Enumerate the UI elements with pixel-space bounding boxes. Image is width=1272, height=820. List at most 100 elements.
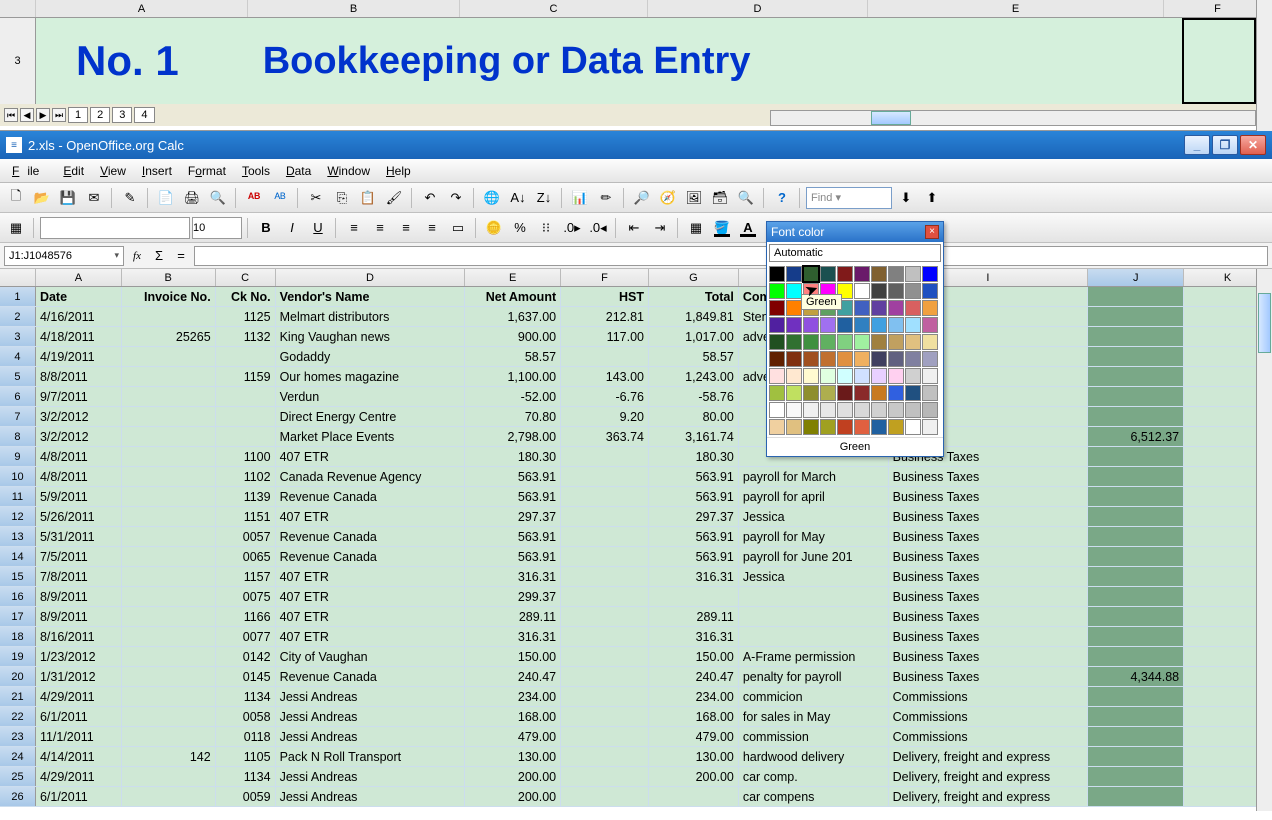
sum-icon[interactable]: Σ — [150, 247, 168, 265]
color-swatch[interactable] — [837, 385, 853, 401]
cell[interactable]: 5/31/2011 — [36, 527, 122, 546]
cell[interactable]: 4/16/2011 — [36, 307, 122, 326]
row-header[interactable]: 10 — [0, 467, 36, 486]
cell[interactable] — [1088, 347, 1184, 366]
cell[interactable]: 80.00 — [649, 407, 739, 426]
cell[interactable]: 8/9/2011 — [36, 587, 122, 606]
bgcolor-icon[interactable]: 🪣 — [710, 216, 734, 240]
menu-window[interactable]: Window — [319, 162, 378, 180]
cell[interactable]: Jessi Andreas — [276, 687, 466, 706]
cell[interactable]: 1105 — [216, 747, 276, 766]
cell[interactable] — [1088, 287, 1184, 306]
top-col-D[interactable]: D — [648, 0, 868, 17]
maximize-button[interactable]: ❐ — [1212, 135, 1238, 155]
cell[interactable]: Business Taxes — [889, 607, 1089, 626]
color-swatch[interactable] — [837, 419, 853, 435]
cell[interactable] — [122, 707, 216, 726]
color-swatch[interactable] — [871, 334, 887, 350]
cell[interactable] — [122, 427, 216, 446]
cell[interactable]: 150.00 — [649, 647, 739, 666]
cell[interactable]: 58.57 — [465, 347, 561, 366]
color-swatch[interactable] — [888, 300, 904, 316]
cell[interactable]: 1/31/2012 — [36, 667, 122, 686]
cell[interactable] — [561, 487, 649, 506]
color-swatch[interactable] — [837, 317, 853, 333]
color-swatch[interactable] — [769, 283, 785, 299]
color-swatch[interactable] — [769, 300, 785, 316]
color-swatch[interactable] — [922, 334, 938, 350]
help-icon[interactable]: ? — [770, 186, 794, 210]
cell[interactable]: Jessica — [739, 567, 889, 586]
menu-help[interactable]: Help — [378, 162, 419, 180]
cell[interactable]: Canada Revenue Agency — [276, 467, 466, 486]
cell[interactable]: 0118 — [216, 727, 276, 746]
cell[interactable]: Market Place Events — [276, 427, 466, 446]
copy-icon[interactable]: ⎘ — [330, 186, 354, 210]
font-size-input[interactable] — [192, 217, 242, 239]
cell[interactable]: 1102 — [216, 467, 276, 486]
cell[interactable]: Business Taxes — [889, 587, 1089, 606]
row-header[interactable]: 19 — [0, 647, 36, 666]
cell[interactable]: 1125 — [216, 307, 276, 326]
sort-asc-icon[interactable]: A↓ — [506, 186, 530, 210]
merge-cells-icon[interactable]: ▭ — [446, 216, 470, 240]
cell[interactable]: 0065 — [216, 547, 276, 566]
top-sheet-tab[interactable]: 2 — [90, 107, 110, 123]
col-header-J[interactable]: J — [1088, 269, 1184, 286]
color-swatch[interactable] — [786, 300, 802, 316]
cell[interactable]: 316.31 — [465, 567, 561, 586]
cell[interactable]: 200.00 — [649, 767, 739, 786]
color-swatch[interactable] — [854, 351, 870, 367]
cell[interactable]: 3/2/2012 — [36, 407, 122, 426]
sheet-nav-next-icon[interactable]: ▶ — [36, 108, 50, 122]
color-swatch[interactable] — [854, 385, 870, 401]
cell[interactable]: 0058 — [216, 707, 276, 726]
color-swatch[interactable] — [922, 419, 938, 435]
cell[interactable]: 563.91 — [649, 487, 739, 506]
paste-icon[interactable]: 📋 — [356, 186, 380, 210]
cell[interactable]: 1151 — [216, 507, 276, 526]
cell[interactable] — [216, 387, 276, 406]
del-decimal-icon[interactable]: .0◂ — [586, 216, 610, 240]
new-icon[interactable]: 🗋 — [4, 186, 28, 210]
cell[interactable]: 9.20 — [561, 407, 649, 426]
color-swatch[interactable] — [769, 351, 785, 367]
cut-icon[interactable]: ✂ — [304, 186, 328, 210]
cell[interactable] — [122, 407, 216, 426]
vscroll[interactable] — [1256, 269, 1272, 811]
cell[interactable] — [1088, 307, 1184, 326]
color-swatch[interactable] — [871, 283, 887, 299]
cell[interactable] — [1088, 627, 1184, 646]
color-swatch[interactable] — [820, 317, 836, 333]
cell[interactable] — [561, 527, 649, 546]
cell[interactable]: 3/2/2012 — [36, 427, 122, 446]
cell[interactable] — [1088, 487, 1184, 506]
navigator-icon[interactable]: 🧭 — [656, 186, 680, 210]
color-swatch[interactable] — [769, 419, 785, 435]
cell[interactable] — [561, 507, 649, 526]
cell[interactable]: Direct Energy Centre — [276, 407, 466, 426]
color-swatch[interactable] — [803, 368, 819, 384]
color-swatch[interactable] — [922, 385, 938, 401]
cell[interactable] — [561, 607, 649, 626]
cell[interactable] — [1088, 407, 1184, 426]
cell[interactable]: 143.00 — [561, 367, 649, 386]
color-swatch[interactable] — [905, 266, 921, 282]
cell[interactable] — [122, 647, 216, 666]
cell[interactable]: 4/18/2011 — [36, 327, 122, 346]
top-col-C[interactable]: C — [460, 0, 648, 17]
color-swatch[interactable] — [905, 385, 921, 401]
sheet-nav-prev-icon[interactable]: ◀ — [20, 108, 34, 122]
top-col-B[interactable]: B — [248, 0, 460, 17]
col-header-G[interactable]: G — [649, 269, 739, 286]
cell[interactable]: 7/5/2011 — [36, 547, 122, 566]
cell[interactable]: 316.31 — [465, 627, 561, 646]
cell[interactable]: 4/29/2011 — [36, 767, 122, 786]
cell[interactable]: 479.00 — [465, 727, 561, 746]
cell[interactable]: 200.00 — [465, 787, 561, 806]
cell[interactable]: 563.91 — [465, 467, 561, 486]
col-header-C[interactable]: C — [216, 269, 276, 286]
cell[interactable]: 289.11 — [465, 607, 561, 626]
cell[interactable]: 4/14/2011 — [36, 747, 122, 766]
hyperlink-icon[interactable]: 🌐 — [480, 186, 504, 210]
